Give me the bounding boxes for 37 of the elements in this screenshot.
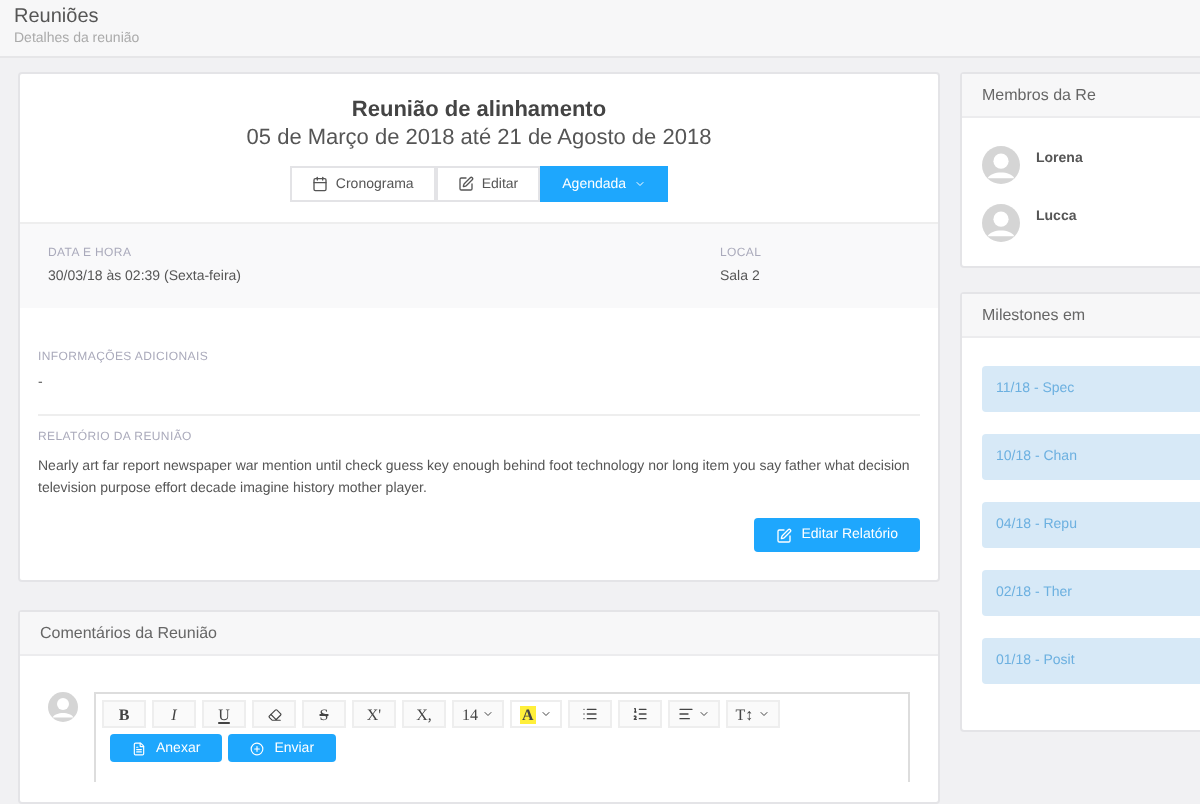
meeting-period: 05 de Março de 2018 até 21 de Agosto de 2018 xyxy=(246,126,712,150)
avatar-icon xyxy=(48,692,78,722)
caret-icon xyxy=(539,708,552,720)
toolbar-button[interactable]: B xyxy=(102,700,146,728)
toolbar-button[interactable]: X, xyxy=(402,700,446,728)
numbered-list-icon xyxy=(631,706,648,722)
toolbar-button[interactable] xyxy=(252,700,296,728)
meeting-title: Reunião de alinhamento xyxy=(351,98,607,122)
edit-icon xyxy=(775,527,792,543)
avatar-icon xyxy=(982,146,1020,184)
card-title: Milestones em xyxy=(962,294,1200,338)
caret-icon xyxy=(482,708,494,720)
card-title: Comentários da Reunião xyxy=(20,612,938,656)
avatar-icon xyxy=(982,204,1020,242)
calendar-icon xyxy=(311,176,328,192)
toolbar-button[interactable]: U xyxy=(202,700,246,728)
toolbar-button[interactable] xyxy=(617,700,662,728)
toolbar-button[interactable]: 14 xyxy=(452,700,504,728)
toolbar-button[interactable]: S xyxy=(302,700,346,728)
edit-icon xyxy=(457,176,474,192)
card-title: Membros da Re xyxy=(962,74,1200,118)
highlight-letter: A xyxy=(520,705,536,723)
bullet-list-icon xyxy=(581,706,598,722)
eraser-icon xyxy=(267,707,281,721)
toolbar-button[interactable]: I xyxy=(152,700,196,728)
toolbar-button[interactable] xyxy=(667,700,720,728)
toolbar-button[interactable]: A xyxy=(510,700,562,728)
page-title: Reuniões xyxy=(14,6,101,28)
toolbar-button[interactable]: X' xyxy=(352,700,396,728)
toolbar-button[interactable] xyxy=(567,700,612,728)
file-icon xyxy=(132,741,146,755)
caret-icon xyxy=(757,708,770,720)
caret-icon xyxy=(697,708,710,720)
caret-icon xyxy=(634,178,647,190)
toolbar-button[interactable]: T↕ xyxy=(725,700,780,728)
align-icon xyxy=(677,706,694,722)
plus-icon xyxy=(250,741,265,755)
